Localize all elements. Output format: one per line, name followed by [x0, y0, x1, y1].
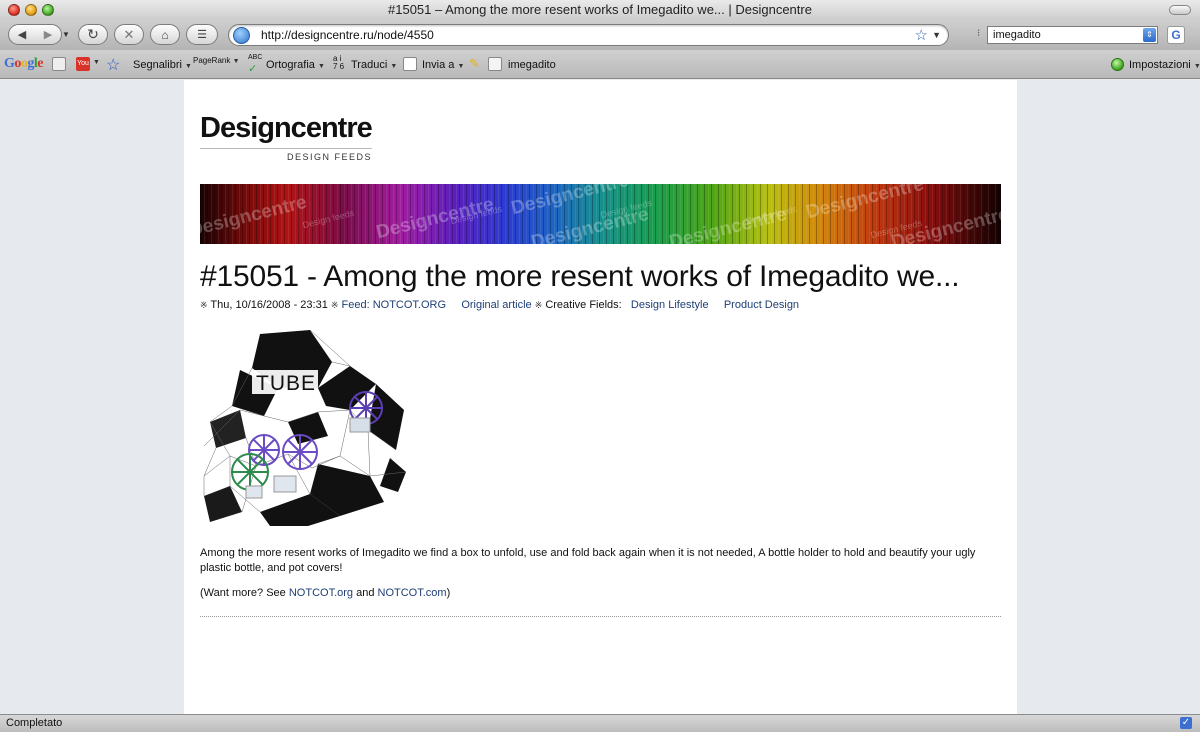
- url-dropdown-icon[interactable]: ▼: [932, 30, 941, 40]
- google-toolbar: Google You ▼ ☆ Segnalibri ▼ PageRank ▼ A…: [0, 50, 1200, 79]
- window-title: #15051 – Among the more resent works of …: [388, 2, 812, 17]
- home-icon: ⌂: [161, 27, 169, 42]
- bullet-icon: ※: [534, 300, 543, 310]
- more-paragraph: (Want more? See NOTCOT.org and NOTCOT.co…: [200, 586, 1000, 601]
- forward-arrow-icon[interactable]: ▶: [44, 28, 52, 41]
- status-green-icon: [1111, 58, 1124, 71]
- more-and: and: [353, 587, 378, 599]
- site-favicon-icon: [233, 27, 250, 44]
- resize-handle-icon[interactable]: ⁝: [977, 28, 980, 39]
- site-banner: Designcentre Design feeds Designcentre D…: [200, 184, 1001, 244]
- settings-label: Impostazioni: [1129, 59, 1191, 71]
- bookmarks-icon: ☰: [197, 29, 207, 41]
- spelling-check-icon: ✓: [248, 63, 258, 75]
- send-to-label: Invia a: [422, 59, 455, 71]
- logo-divider: [200, 148, 372, 149]
- more-suffix: ): [446, 587, 451, 599]
- stop-icon: ✕: [123, 26, 135, 42]
- translate-icon: a i 7 6: [333, 54, 345, 71]
- field-link-design-lifestyle[interactable]: Design Lifestyle: [631, 299, 709, 311]
- toolbar-toggle-button[interactable]: [1169, 5, 1191, 15]
- site-tagline: DESIGN FEEDS: [286, 152, 372, 162]
- bookmarks-menu[interactable]: Segnalibri ▼: [133, 59, 192, 71]
- image-tube-text: TUBE: [256, 372, 316, 395]
- browser-viewport: Designcentre DESIGN FEEDS Designcentre D…: [0, 80, 1200, 714]
- bookmarks-manager-button[interactable]: ☰: [186, 24, 218, 45]
- reload-button[interactable]: ↻: [78, 24, 108, 45]
- page-content: Designcentre DESIGN FEEDS Designcentre D…: [184, 80, 1017, 714]
- translate-menu[interactable]: Traduci ▼: [351, 59, 397, 71]
- url-text[interactable]: http://designcentre.ru/node/4550: [261, 28, 434, 42]
- youtube-dropdown-icon[interactable]: ▼: [93, 59, 100, 66]
- highlighter-icon[interactable]: ✎: [469, 56, 480, 72]
- pagerank-indicator[interactable]: PageRank ▼: [193, 56, 240, 65]
- window-controls: [8, 4, 54, 16]
- bookmarks-star-icon[interactable]: ☆: [106, 55, 120, 75]
- google-logo[interactable]: Google: [4, 56, 43, 72]
- feed-link[interactable]: Feed: NOTCOT.ORG: [342, 299, 447, 311]
- home-button[interactable]: ⌂: [150, 24, 180, 45]
- bookmarks-label: Segnalibri: [133, 59, 182, 71]
- pagerank-label: PageRank: [193, 56, 231, 65]
- article-title: #15051 - Among the more resent works of …: [200, 260, 960, 293]
- zoom-window-button[interactable]: [42, 4, 54, 16]
- notcot-org-link[interactable]: NOTCOT.org: [289, 587, 353, 599]
- google-search-box-icon[interactable]: [52, 57, 66, 71]
- reload-icon: ↻: [87, 26, 99, 42]
- article-meta: ※ Thu, 10/16/2008 - 23:31 ※ Feed: NOTCOT…: [200, 299, 799, 311]
- field-link-product-design[interactable]: Product Design: [724, 299, 799, 311]
- back-arrow-icon[interactable]: ◀: [18, 28, 26, 41]
- status-bar: Completato ✓: [0, 714, 1200, 732]
- original-article-link[interactable]: Original article: [461, 299, 531, 311]
- translate-label: Traduci: [351, 59, 388, 71]
- search-term-button[interactable]: imegadito: [508, 59, 556, 71]
- bookmark-star-icon[interactable]: ☆: [915, 26, 928, 44]
- navigation-toolbar: ◀ ▶ ▼ ↻ ✕ ⌂ ☰ http://designcentre.ru/nod…: [0, 20, 1200, 50]
- site-logo[interactable]: Designcentre: [200, 112, 373, 145]
- address-bar[interactable]: http://designcentre.ru/node/4550 ☆ ▼: [228, 24, 949, 46]
- article-body: Among the more resent works of Imegadito…: [200, 546, 1000, 611]
- youtube-icon[interactable]: You: [76, 57, 90, 71]
- send-to-menu[interactable]: Invia a ▼: [422, 59, 464, 71]
- bullet-icon: ※: [330, 300, 339, 310]
- search-input[interactable]: imegadito ⇕: [987, 26, 1158, 44]
- stop-button[interactable]: ✕: [114, 24, 144, 45]
- spelling-label: Ortografia: [266, 59, 315, 71]
- close-window-button[interactable]: [8, 4, 20, 16]
- status-text: Completato: [6, 717, 63, 729]
- article-paragraph: Among the more resent works of Imegadito…: [200, 547, 976, 574]
- creative-fields-label: Creative Fields:: [545, 299, 622, 311]
- notcot-com-link[interactable]: NOTCOT.com: [378, 587, 447, 599]
- back-forward-buttons: ◀ ▶: [8, 24, 62, 45]
- article-date: Thu, 10/16/2008 - 23:31: [210, 299, 328, 311]
- history-dropdown-icon[interactable]: ▼: [62, 30, 70, 39]
- article-divider: [200, 616, 1001, 617]
- spelling-menu[interactable]: Ortografia ▼: [266, 59, 325, 71]
- more-prefix: (Want more? See: [200, 587, 289, 599]
- status-check-icon[interactable]: ✓: [1180, 717, 1192, 729]
- spelling-icon: ABC: [248, 54, 263, 61]
- search-input-value: imegadito: [993, 29, 1041, 41]
- search-engine-dropdown-icon[interactable]: ⇕: [1143, 28, 1156, 42]
- bullet-icon: ※: [200, 300, 208, 310]
- send-to-icon: [403, 57, 417, 71]
- window-title-bar: #15051 – Among the more resent works of …: [0, 0, 1200, 20]
- minimize-window-button[interactable]: [25, 4, 37, 16]
- settings-menu[interactable]: Impostazioni ▼: [1129, 59, 1200, 71]
- article-image: TUBE: [200, 326, 410, 530]
- search-term-icon: [488, 57, 502, 71]
- google-search-icon[interactable]: G: [1167, 26, 1185, 44]
